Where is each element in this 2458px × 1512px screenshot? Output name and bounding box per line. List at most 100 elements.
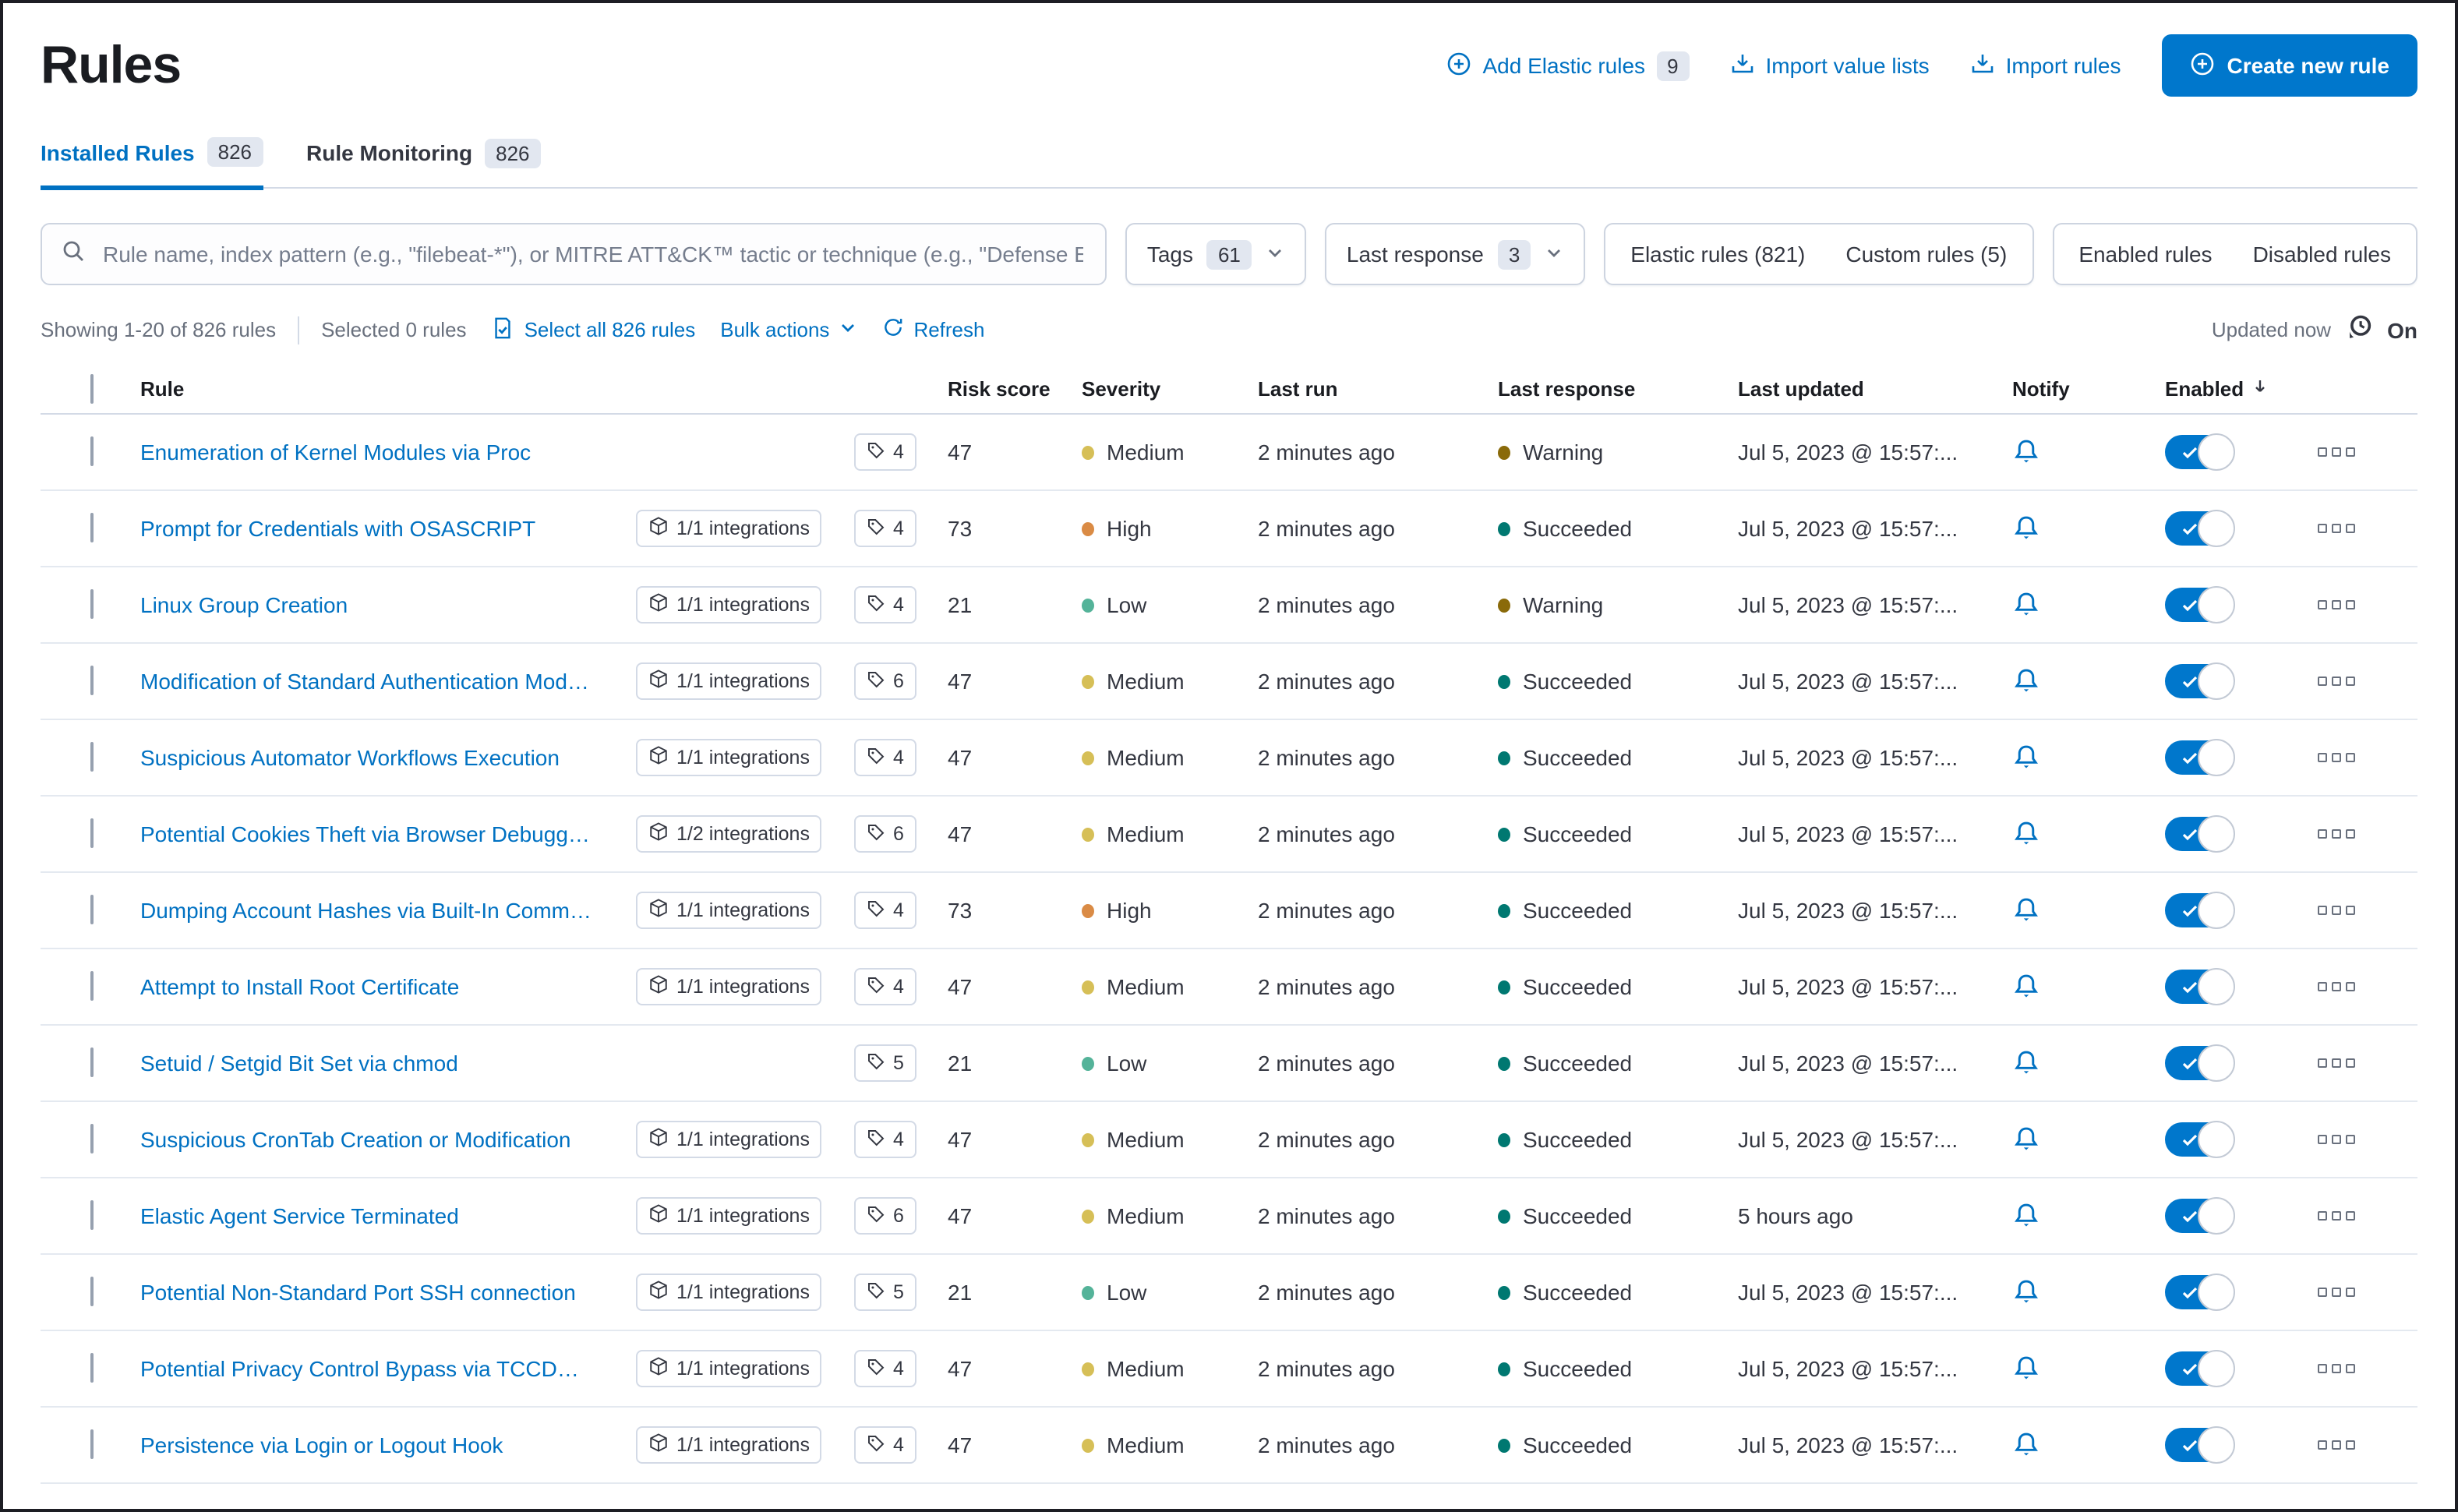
tags-badge[interactable]: 4 xyxy=(854,968,916,1005)
row-checkbox[interactable] xyxy=(90,1200,94,1230)
enabled-toggle[interactable] xyxy=(2165,1121,2235,1158)
tags-badge[interactable]: 4 xyxy=(854,586,916,624)
row-checkbox[interactable] xyxy=(90,818,94,848)
tags-badge[interactable]: 4 xyxy=(854,1350,916,1387)
notify-bell-icon[interactable] xyxy=(2012,1202,2165,1230)
tags-badge[interactable]: 5 xyxy=(854,1044,916,1082)
enabled-toggle[interactable] xyxy=(2165,968,2235,1005)
column-header-rule[interactable]: Rule xyxy=(140,377,948,401)
rule-link[interactable]: Persistence via Login or Logout Hook xyxy=(140,1433,592,1457)
integrations-badge[interactable]: 1/1 integrations xyxy=(636,1426,822,1464)
notify-bell-icon[interactable] xyxy=(2012,667,2165,695)
notify-bell-icon[interactable] xyxy=(2012,820,2165,848)
row-checkbox[interactable] xyxy=(90,1277,94,1306)
row-checkbox[interactable] xyxy=(90,1124,94,1153)
row-actions-button[interactable] xyxy=(2318,677,2355,686)
integrations-badge[interactable]: 1/1 integrations xyxy=(636,739,822,776)
select-all-rules-button[interactable]: Select all 826 rules xyxy=(492,316,695,344)
row-actions-button[interactable] xyxy=(2318,1211,2355,1221)
row-checkbox[interactable] xyxy=(90,742,94,772)
integrations-badge[interactable]: 1/1 integrations xyxy=(636,1121,822,1158)
enabled-toggle[interactable] xyxy=(2165,1426,2235,1464)
integrations-badge[interactable]: 1/1 integrations xyxy=(636,968,822,1005)
row-checkbox[interactable] xyxy=(90,1047,94,1077)
rule-link[interactable]: Setuid / Setgid Bit Set via chmod xyxy=(140,1051,592,1076)
integrations-badge[interactable]: 1/1 integrations xyxy=(636,510,822,547)
rule-link[interactable]: Enumeration of Kernel Modules via Proc xyxy=(140,440,592,465)
integrations-badge[interactable]: 1/1 integrations xyxy=(636,1197,822,1235)
row-checkbox[interactable] xyxy=(90,589,94,619)
elastic-rules-filter[interactable]: Elastic rules (821) xyxy=(1630,242,1805,267)
rule-link[interactable]: Linux Group Creation xyxy=(140,592,592,617)
row-actions-button[interactable] xyxy=(2318,524,2355,533)
rule-link[interactable]: Potential Cookies Theft via Browser Debu… xyxy=(140,821,592,846)
row-actions-button[interactable] xyxy=(2318,1440,2355,1450)
rule-link[interactable]: Attempt to Install Root Certificate xyxy=(140,974,592,999)
row-actions-button[interactable] xyxy=(2318,1058,2355,1068)
enabled-toggle[interactable] xyxy=(2165,1350,2235,1387)
notify-bell-icon[interactable] xyxy=(2012,973,2165,1001)
integrations-badge[interactable]: 1/1 integrations xyxy=(636,892,822,929)
column-header-last-updated[interactable]: Last updated xyxy=(1738,377,2012,401)
notify-bell-icon[interactable] xyxy=(2012,1278,2165,1306)
tab-rule-monitoring[interactable]: Rule Monitoring 826 xyxy=(306,137,541,187)
notify-bell-icon[interactable] xyxy=(2012,896,2165,924)
enabled-toggle[interactable] xyxy=(2165,510,2235,547)
notify-bell-icon[interactable] xyxy=(2012,1431,2165,1459)
notify-bell-icon[interactable] xyxy=(2012,591,2165,619)
column-header-last-run[interactable]: Last run xyxy=(1258,377,1498,401)
enabled-toggle[interactable] xyxy=(2165,433,2235,471)
import-value-lists-button[interactable]: Import value lists xyxy=(1730,51,1930,80)
column-header-notify[interactable]: Notify xyxy=(2012,377,2165,401)
integrations-badge[interactable]: 1/2 integrations xyxy=(636,815,822,853)
tab-installed-rules[interactable]: Installed Rules 826 xyxy=(41,137,263,190)
row-checkbox[interactable] xyxy=(90,436,94,466)
column-header-severity[interactable]: Severity xyxy=(1082,377,1258,401)
tags-badge[interactable]: 6 xyxy=(854,662,916,700)
integrations-badge[interactable]: 1/1 integrations xyxy=(636,1350,822,1387)
row-actions-button[interactable] xyxy=(2318,1135,2355,1144)
auto-refresh-toggle[interactable]: On xyxy=(2387,317,2417,342)
row-actions-button[interactable] xyxy=(2318,1364,2355,1373)
row-actions-button[interactable] xyxy=(2318,906,2355,915)
enabled-toggle[interactable] xyxy=(2165,892,2235,929)
disabled-rules-filter[interactable]: Disabled rules xyxy=(2253,242,2391,267)
column-header-enabled[interactable]: Enabled xyxy=(2165,377,2318,401)
rule-link[interactable]: Suspicious Automator Workflows Execution xyxy=(140,745,592,770)
row-checkbox[interactable] xyxy=(90,1429,94,1459)
tags-badge[interactable]: 4 xyxy=(854,892,916,929)
notify-bell-icon[interactable] xyxy=(2012,744,2165,772)
row-checkbox[interactable] xyxy=(90,971,94,1001)
tags-badge[interactable]: 6 xyxy=(854,815,916,853)
integrations-badge[interactable]: 1/1 integrations xyxy=(636,1274,822,1311)
rule-link[interactable]: Dumping Account Hashes via Built-In Comm… xyxy=(140,898,592,923)
select-all-checkbox[interactable] xyxy=(90,373,94,403)
add-elastic-rules-button[interactable]: Add Elastic rules 9 xyxy=(1447,51,1690,80)
tags-badge[interactable]: 5 xyxy=(854,1274,916,1311)
row-actions-button[interactable] xyxy=(2318,1288,2355,1297)
rule-link[interactable]: Potential Privacy Control Bypass via TCC… xyxy=(140,1356,592,1381)
row-actions-button[interactable] xyxy=(2318,829,2355,839)
rule-link[interactable]: Modification of Standard Authentication … xyxy=(140,669,592,694)
row-actions-button[interactable] xyxy=(2318,600,2355,609)
enabled-toggle[interactable] xyxy=(2165,739,2235,776)
integrations-badge[interactable]: 1/1 integrations xyxy=(636,662,822,700)
tags-badge[interactable]: 6 xyxy=(854,1197,916,1235)
notify-bell-icon[interactable] xyxy=(2012,1125,2165,1153)
enabled-toggle[interactable] xyxy=(2165,1044,2235,1082)
enabled-toggle[interactable] xyxy=(2165,1274,2235,1311)
integrations-badge[interactable]: 1/1 integrations xyxy=(636,586,822,624)
enabled-rules-filter[interactable]: Enabled rules xyxy=(2078,242,2212,267)
column-header-last-response[interactable]: Last response xyxy=(1498,377,1738,401)
row-actions-button[interactable] xyxy=(2318,447,2355,457)
bulk-actions-button[interactable]: Bulk actions xyxy=(720,318,857,341)
tags-badge[interactable]: 4 xyxy=(854,510,916,547)
refresh-button[interactable]: Refresh xyxy=(882,316,985,343)
last-response-filter-button[interactable]: Last response 3 xyxy=(1324,223,1586,285)
custom-rules-filter[interactable]: Custom rules (5) xyxy=(1845,242,2007,267)
notify-bell-icon[interactable] xyxy=(2012,438,2165,466)
tags-badge[interactable]: 4 xyxy=(854,739,916,776)
create-new-rule-button[interactable]: Create new rule xyxy=(2161,34,2417,97)
notify-bell-icon[interactable] xyxy=(2012,1355,2165,1383)
rule-search-input[interactable] xyxy=(100,240,1086,268)
